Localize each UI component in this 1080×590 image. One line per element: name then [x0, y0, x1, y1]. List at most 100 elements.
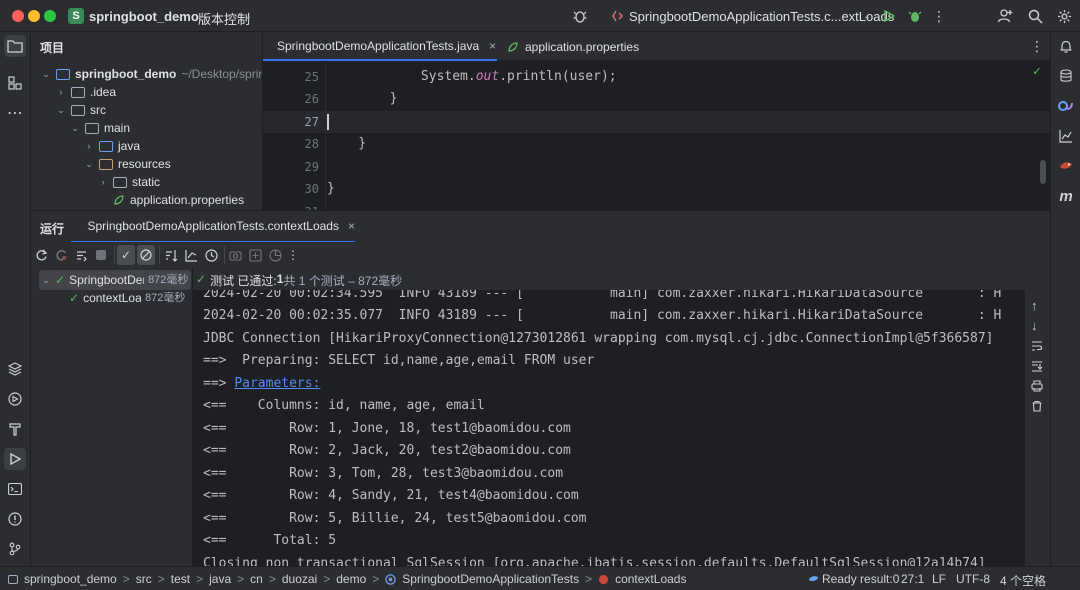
build-hammer-icon[interactable] — [4, 418, 26, 440]
close-tab-icon[interactable]: × — [489, 39, 496, 53]
maven-m-icon[interactable]: m — [1055, 185, 1077, 207]
zoom-window-button[interactable] — [44, 10, 56, 22]
tree-item-idea[interactable]: › .idea — [56, 83, 117, 101]
notifications-bell-icon[interactable] — [1055, 35, 1077, 57]
vcs-menu[interactable]: 版本控制 — [198, 9, 250, 28]
rerun-failed-icon[interactable] — [53, 247, 69, 263]
tree-item-project-root[interactable]: ⌄ springboot_demo ~/Desktop/springbo — [41, 65, 262, 83]
java-class-icon — [385, 573, 397, 585]
services-icon[interactable] — [4, 388, 26, 410]
run-tool-icon[interactable] — [4, 448, 26, 470]
show-passed-check-icon[interactable]: ✓ — [117, 245, 135, 265]
tree-item-java[interactable]: › java — [84, 137, 141, 155]
code-editor[interactable]: 25 System.out.println(user); 26 } 27 28 … — [263, 62, 1050, 210]
test-history-clock-icon[interactable] — [203, 247, 219, 263]
ai-assistant-icon[interactable] — [1055, 95, 1077, 117]
chevron-down-icon[interactable]: ⌄ — [41, 271, 51, 289]
database-icon[interactable] — [1055, 65, 1077, 87]
line-separator[interactable]: LF — [932, 572, 946, 586]
debug-bug-icon[interactable] — [571, 7, 589, 25]
tab-run-contextloads[interactable]: SpringbootDemoApplicationTests.contextLo… — [71, 211, 355, 243]
breadcrumb-item[interactable]: contextLoads — [615, 572, 686, 586]
chevron-down-icon[interactable]: ⌄ — [56, 101, 66, 119]
line-number: 26 — [304, 92, 319, 106]
breadcrumb-item[interactable]: demo — [336, 572, 366, 586]
tab-application-properties[interactable]: application.properties — [499, 32, 647, 61]
more-tools-icon[interactable]: ⋯ — [4, 102, 26, 124]
tree-item-src[interactable]: ⌄ src — [56, 101, 106, 119]
breadcrumb-item[interactable]: springboot_demo — [24, 572, 117, 586]
problems-icon[interactable] — [4, 508, 26, 530]
tree-item-application-properties[interactable]: application.properties — [113, 191, 244, 209]
file-encoding[interactable]: UTF-8 — [956, 572, 990, 586]
soft-wrap-icon[interactable] — [1031, 340, 1043, 355]
terminal-icon[interactable] — [4, 478, 26, 500]
inspection-ok-check-icon[interactable]: ✓ — [1033, 64, 1041, 79]
layers-icon[interactable] — [4, 358, 26, 380]
project-tool-folder-icon[interactable] — [4, 35, 26, 57]
run-config-selector[interactable]: SpringbootDemoApplicationTests.c...extLo… — [629, 9, 894, 24]
breadcrumb-item[interactable]: src — [136, 572, 152, 586]
scroll-to-end-icon[interactable] — [1031, 360, 1043, 375]
coverage-icon[interactable] — [267, 247, 283, 263]
tab-options-icon[interactable]: ⋮ — [1030, 38, 1044, 55]
close-tab-icon[interactable]: × — [348, 219, 355, 233]
sort-by-duration-icon[interactable] — [183, 247, 199, 263]
close-window-button[interactable] — [12, 10, 24, 22]
breadcrumb-item[interactable]: SpringbootDemoApplicationTests — [402, 572, 579, 586]
breadcrumb-item[interactable]: cn — [250, 572, 263, 586]
breadcrumb-item[interactable]: java — [209, 572, 231, 586]
chevron-down-icon[interactable]: ⌄ — [70, 119, 80, 137]
test-tree-root[interactable]: ⌄ ✓ SpringbootDen 872毫秒 — [41, 271, 191, 289]
tree-item-main[interactable]: ⌄ main — [70, 119, 130, 137]
breadcrumb-separator: > — [157, 572, 165, 586]
add-user-icon[interactable] — [996, 7, 1014, 25]
chevron-down-icon[interactable]: ⌄ — [244, 11, 252, 22]
mybatis-plugin-icon[interactable] — [1055, 155, 1077, 177]
more-actions-icon[interactable]: ⋮ — [930, 7, 948, 25]
chevron-down-icon[interactable]: ⌄ — [84, 155, 94, 173]
print-icon[interactable] — [1031, 380, 1043, 395]
rerun-icon[interactable] — [33, 247, 49, 263]
settings-gear-icon[interactable] — [1055, 7, 1073, 25]
arrow-up-icon[interactable]: ↑ — [1031, 298, 1038, 313]
screenshot-camera-icon[interactable] — [227, 247, 243, 263]
more-options-icon[interactable]: ⋮ — [285, 247, 301, 263]
indent-setting[interactable]: 4 个空格 — [1000, 572, 1046, 589]
run-icon[interactable] — [880, 7, 898, 25]
debug-icon[interactable] — [906, 7, 924, 25]
line-number: 25 — [304, 70, 319, 84]
console-output[interactable]: 2024-02-20 00:02:34.595 INFO 43189 --- [… — [193, 290, 1025, 566]
profiler-chart-icon[interactable] — [1055, 125, 1077, 147]
chevron-down-icon[interactable]: ⌄ — [176, 11, 184, 22]
properties-file-icon — [114, 195, 124, 205]
clear-trash-icon[interactable] — [1031, 400, 1043, 415]
chevron-right-icon[interactable]: › — [98, 173, 108, 191]
chevron-right-icon[interactable]: › — [56, 83, 66, 101]
tree-item-static[interactable]: › static — [98, 173, 161, 191]
structure-icon[interactable] — [4, 72, 26, 94]
tab-springboot-demo-application-tests[interactable]: SpringbootDemoApplicationTests.java × — [263, 32, 497, 61]
breadcrumb-item[interactable]: test — [171, 572, 190, 586]
breadcrumb-item[interactable]: duozai — [282, 572, 317, 586]
arrow-down-icon[interactable]: ↓ — [1031, 318, 1038, 333]
test-tree-item-contextloads[interactable]: ✓ contextLoad 872毫秒 — [69, 289, 191, 307]
toggle-auto-test-icon[interactable] — [73, 247, 89, 263]
line-number: 29 — [304, 160, 319, 174]
sort-alphabetically-icon[interactable] — [163, 247, 179, 263]
breadcrumb: springboot_demo > src > test > java > cn… — [8, 572, 686, 586]
tree-item-resources[interactable]: ⌄ resources — [84, 155, 170, 173]
stop-icon[interactable] — [93, 247, 109, 263]
git-branch-icon[interactable] — [4, 538, 26, 560]
search-icon[interactable] — [1026, 7, 1044, 25]
chevron-right-icon[interactable]: › — [84, 137, 94, 155]
parameters-link[interactable]: Parameters: — [234, 376, 320, 391]
minimize-window-button[interactable] — [28, 10, 40, 22]
import-tests-icon[interactable] — [247, 247, 263, 263]
mybatis-result-status[interactable]: Ready result:0 — [808, 572, 899, 586]
show-ignored-icon[interactable] — [137, 245, 155, 265]
caret-position[interactable]: 27:1 — [901, 572, 924, 586]
editor-scrollbar[interactable] — [1040, 160, 1046, 184]
chevron-down-icon[interactable]: ⌄ — [863, 11, 871, 22]
chevron-down-icon[interactable]: ⌄ — [41, 65, 51, 83]
